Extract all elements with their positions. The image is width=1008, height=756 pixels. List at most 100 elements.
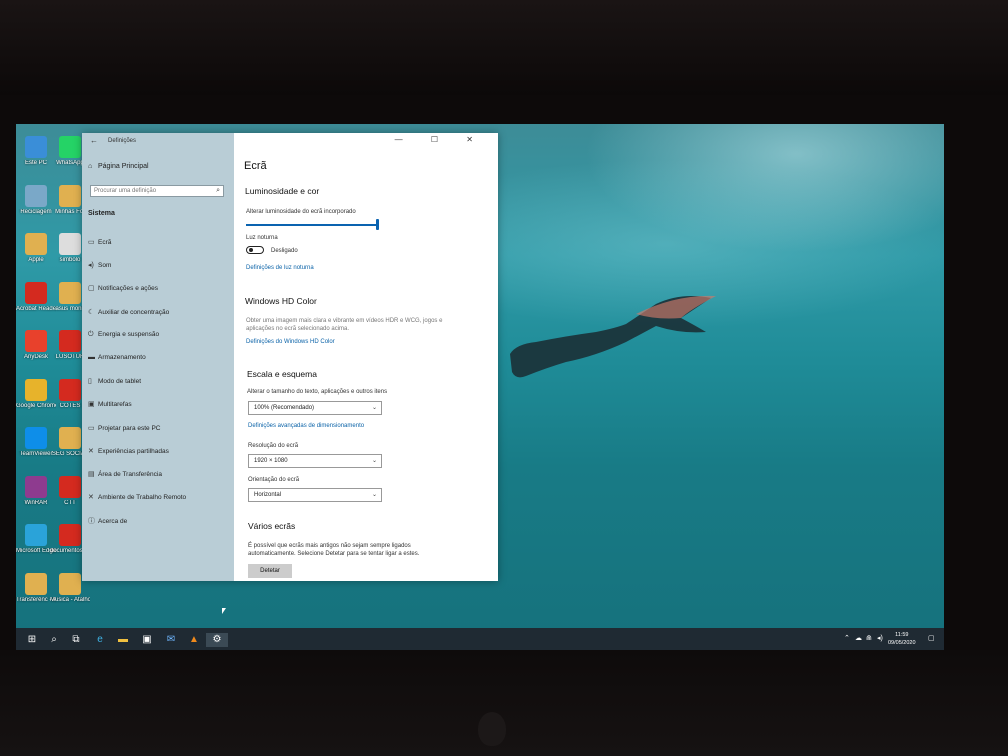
resolution-dropdown[interactable]: 1920 × 1080 ⌄ [248,454,382,468]
sidebar-item[interactable]: ⏻ Energia e suspensão [88,331,159,339]
search-icon: ⌕ [216,187,220,194]
night-light-label: Luz noturna [246,235,278,241]
app-icon [59,281,81,304]
sound-icon: ◂) [88,262,94,270]
app-icon [59,524,81,546]
sidebar-item-label: Notificações e ações [98,285,158,293]
sidebar-item-label: Acerca de [98,518,128,526]
sidebar-item-label: Ecrã [98,239,112,246]
volume-icon[interactable]: ◂) [877,634,883,642]
sidebar-item[interactable]: ✕ Ambiente de Trabalho Remoto [88,493,186,501]
sidebar-item[interactable]: ▤ Área de Transferência [88,470,162,478]
wallpaper-diver [510,295,716,378]
night-light-state: Desligado [271,248,298,254]
focus-assist-icon: ☾ [88,308,95,316]
night-light-settings-link[interactable]: Definições de luz noturna [246,265,314,271]
orientation-dropdown[interactable]: Horizontal ⌄ [248,488,382,502]
scale-label: Alterar o tamanho do texto, aplicações e… [247,389,388,395]
sidebar-item[interactable]: ▢ Notificações e ações [88,284,158,292]
sidebar-item[interactable]: ☾ Auxiliar de concentração [88,308,169,316]
window-controls[interactable]: — ☐ ✕ [395,135,486,144]
home-icon: ⌂ [88,163,93,170]
window-title: Definições [108,138,137,144]
hd-color-desc-1: Obter uma imagem mais clara e vibrante e… [246,318,443,324]
toggle-knob [249,248,253,252]
app-icon [59,233,81,255]
resolution-label: Resolução do ecrã [248,443,299,449]
hd-color-desc-2: aplicações no ecrã selecionado acima. [246,326,350,332]
sidebar-item-label: Área de Transferência [98,471,162,478]
resolution-value: 1920 × 1080 [254,458,288,464]
sidebar-item[interactable]: ✕ Experiências partilhadas [88,447,169,455]
network-icon[interactable]: ⋒ [866,634,872,642]
taskbar-clock[interactable]: 11:59 09/05/2020 [888,631,916,647]
clipboard-icon: ▤ [88,471,95,478]
home-link[interactable]: ⌂ Página Principal [88,163,149,170]
settings-gear-icon[interactable]: ⚙ [206,633,228,647]
display-icon: ▭ [88,239,95,246]
sidebar-item-label: Experiências partilhadas [98,447,169,455]
app-icon [25,378,47,401]
app-icon [59,475,81,498]
vlc-icon[interactable]: ▲ [187,633,201,647]
action-center-icon[interactable]: ▢ [928,634,935,642]
brightness-label: Alterar luminosidade do ecrã incorporado [246,209,356,215]
start-windows-icon[interactable]: ⊞ [25,633,39,647]
multiple-displays-desc-2: automaticamente. Selecione Detetar para … [248,551,420,557]
mail-icon[interactable]: ✉ [164,633,178,647]
section-heading-system: Sistema [88,210,115,217]
monitor-bezel-bottom [0,650,1008,756]
multitasking-icon: ▣ [88,401,95,409]
night-light-toggle[interactable] [246,246,264,254]
orientation-value: Horizontal [254,492,282,498]
app-icon [25,427,47,449]
sidebar-item[interactable]: ◂) Som [88,261,111,269]
search-input[interactable]: Procurar uma definição ⌕ [90,185,224,197]
cloud-icon[interactable]: ☁ [855,634,862,642]
scale-dropdown[interactable]: 100% (Recomendado) ⌄ [248,401,382,415]
settings-window: ← Definições ⌂ Página Principal Procurar… [82,133,498,581]
orientation-label: Orientação do ecrã [248,477,300,483]
sidebar-item[interactable]: ▯ Modo de tablet [88,377,141,385]
notifications-icon: ▢ [88,285,95,293]
desktop-screen: Este PC WhatsApp Reciclagem Minhas Fot Apple… [16,124,944,652]
detect-button[interactable]: Detetar [248,564,292,578]
sidebar-item[interactable]: ⓘ Acerca de [88,516,127,526]
project-icon: ▭ [88,424,95,432]
sidebar-item[interactable]: ▭ Ecrã [88,238,111,246]
brightness-slider-track[interactable] [246,224,378,226]
home-label: Página Principal [97,163,149,170]
sidebar-item[interactable]: ▣ Multitarefas [88,400,132,408]
sidebar-item[interactable]: ▭ Projetar para este PC [88,424,161,432]
chevron-down-icon: ⌄ [371,405,377,411]
search-icon[interactable]: ⌕ [47,633,61,647]
app-icon [25,281,47,304]
desktop-icon-label: Musica - Atalho [50,596,90,603]
mouse-cursor [222,608,226,614]
advanced-scaling-link[interactable]: Definições avançadas de dimensionamento [248,423,364,429]
file-explorer-icon[interactable]: ▬ [116,633,130,647]
settings-sidebar: ← Definições ⌂ Página Principal Procurar… [82,133,234,581]
sidebar-item-label: Armazenamento [98,354,146,361]
sidebar-item-label: Projetar para este PC [98,424,161,432]
app-icon [25,475,47,498]
sidebar-item-label: Ambiente de Trabalho Remoto [98,494,187,502]
edge-icon[interactable]: e [93,633,107,647]
multiple-displays-heading: Vários ecrãs [248,521,296,531]
tray-chevron-up-icon[interactable]: ⌃ [844,634,850,642]
brightness-slider-thumb[interactable] [376,219,379,230]
task-view-icon[interactable]: ⧉ [69,633,83,647]
power-icon: ⏻ [88,330,94,338]
back-arrow-icon[interactable]: ← [90,136,98,145]
app-icon [25,136,47,158]
storage-icon: ▬ [88,354,95,361]
sidebar-item[interactable]: ▬ Armazenamento [88,354,146,361]
app-icon [59,136,81,158]
app-icon [25,572,47,595]
hd-color-settings-link[interactable]: Definições do Windows HD Color [246,339,335,345]
chevron-down-icon: ⌄ [371,492,377,498]
about-icon: ⓘ [88,518,95,526]
store-icon[interactable]: ▣ [140,633,154,647]
sidebar-item-label: Som [98,262,112,270]
page-title: Ecrã [244,160,267,172]
